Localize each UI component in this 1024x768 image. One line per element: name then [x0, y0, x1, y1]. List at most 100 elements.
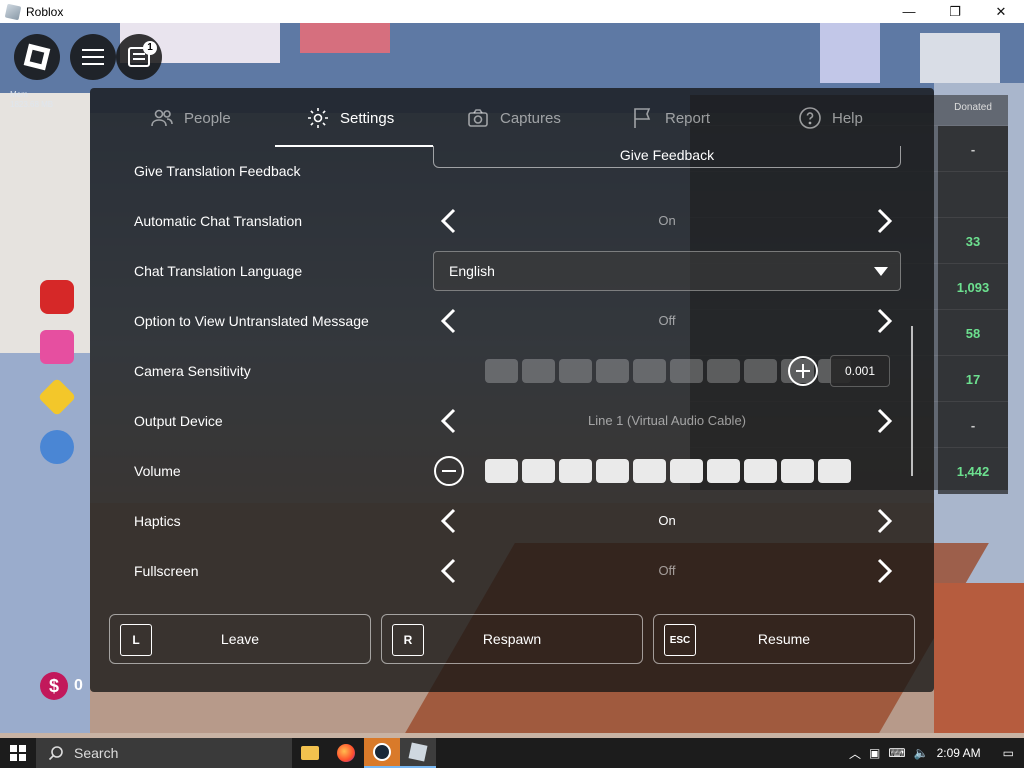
tab-captures[interactable]: Captures	[466, 88, 561, 148]
next-arrow-button[interactable]	[868, 206, 898, 236]
next-arrow-button[interactable]	[868, 506, 898, 536]
taskbar-steam[interactable]	[364, 738, 400, 768]
leave-button[interactable]: L Leave	[109, 614, 371, 664]
prev-arrow-button[interactable]	[435, 506, 465, 536]
volume-icon[interactable]: 🔈	[914, 746, 929, 760]
prev-arrow-button[interactable]	[435, 556, 465, 586]
windows-logo-icon	[10, 745, 26, 761]
tab-settings[interactable]: Settings	[306, 88, 394, 148]
start-button[interactable]	[0, 738, 36, 768]
gear-icon	[308, 108, 328, 128]
next-arrow-button[interactable]	[868, 306, 898, 336]
setting-value: Off	[658, 313, 676, 328]
minimize-button[interactable]: —	[886, 0, 932, 23]
setting-volume: Volume	[90, 446, 934, 496]
slider-segment[interactable]	[633, 459, 666, 483]
volume-slider[interactable]	[485, 459, 851, 483]
setting-haptics: Haptics On	[90, 496, 934, 546]
chevron-right-icon	[877, 408, 893, 434]
menu-actions: L Leave R Respawn ESC Resume	[90, 614, 934, 664]
close-button[interactable]: ✕	[978, 0, 1024, 23]
next-arrow-button[interactable]	[868, 406, 898, 436]
prev-arrow-button[interactable]	[435, 306, 465, 336]
dropdown-value: English	[449, 263, 495, 279]
chevron-left-icon	[440, 308, 456, 334]
taskbar-search[interactable]: Search	[36, 738, 292, 768]
settings-gear-hud-icon[interactable]	[40, 430, 74, 464]
setting-label: Volume	[134, 463, 181, 479]
system-tray: ︿ ▣ ⌨ 🔈 2:09 AM ▭	[849, 738, 1024, 768]
action-label: Leave	[220, 631, 260, 647]
tab-label: Settings	[340, 109, 395, 127]
slider-segment[interactable]	[596, 359, 629, 383]
slider-segment[interactable]	[596, 459, 629, 483]
search-label: Search	[74, 745, 119, 761]
slider-segment[interactable]	[485, 459, 518, 483]
chat-button[interactable]: 1	[116, 34, 162, 80]
window-titlebar: Roblox — ❐ ✕	[0, 0, 1024, 23]
prev-arrow-button[interactable]	[435, 206, 465, 236]
window-controls: — ❐ ✕	[886, 0, 1024, 23]
slider-segment[interactable]	[559, 459, 592, 483]
setting-value: Off	[658, 563, 676, 578]
steam-icon	[373, 743, 391, 761]
give-feedback-button[interactable]: Give Feedback	[433, 146, 901, 168]
slider-segment[interactable]	[744, 359, 777, 383]
tab-label: Help	[832, 109, 863, 127]
slider-segment[interactable]	[633, 359, 666, 383]
chevron-up-icon[interactable]: ︿	[849, 745, 861, 762]
prev-arrow-button[interactable]	[435, 406, 465, 436]
slider-segment[interactable]	[670, 459, 703, 483]
tab-help[interactable]: Help	[798, 88, 863, 148]
slider-segment[interactable]	[522, 359, 555, 383]
language-dropdown[interactable]: English	[433, 251, 901, 291]
notification-icon[interactable]: ▭	[1003, 746, 1014, 760]
slider-segment[interactable]	[818, 459, 851, 483]
slider-segment[interactable]	[522, 459, 555, 483]
respawn-button[interactable]: R Respawn	[381, 614, 643, 664]
settings-list[interactable]: Give Translation Feedback Give Feedback …	[90, 146, 934, 616]
tab-report[interactable]: Report	[631, 88, 710, 148]
slider-segment[interactable]	[707, 359, 740, 383]
chevron-right-icon	[877, 208, 893, 234]
slider-segment[interactable]	[670, 359, 703, 383]
slider-segment[interactable]	[744, 459, 777, 483]
setting-value: On	[658, 513, 676, 528]
taskbar-roblox[interactable]	[400, 738, 436, 768]
security-icon[interactable]: ▣	[869, 746, 880, 760]
increase-button[interactable]	[788, 356, 818, 386]
camera-icon	[468, 109, 488, 127]
clock[interactable]: 2:09 AM	[937, 746, 981, 760]
setting-translation-feedback: Give Translation Feedback Give Feedback	[90, 146, 934, 196]
slider-segment[interactable]	[485, 359, 518, 383]
tab-people[interactable]: People	[150, 88, 231, 148]
resume-button[interactable]: ESC Resume	[653, 614, 915, 664]
setting-output-device: Output Device Line 1 (Virtual Audio Cabl…	[90, 396, 934, 446]
maximize-button[interactable]: ❐	[932, 0, 978, 23]
chevron-left-icon	[440, 508, 456, 534]
backpack-icon[interactable]	[40, 280, 74, 314]
setting-value: Line 1 (Virtual Audio Cable)	[587, 413, 747, 428]
setting-label: Haptics	[134, 513, 181, 529]
next-arrow-button[interactable]	[868, 556, 898, 586]
scrollbar[interactable]	[911, 326, 913, 476]
tab-label: Captures	[500, 109, 561, 127]
slider-segment[interactable]	[781, 459, 814, 483]
network-icon[interactable]: ⌨	[888, 746, 905, 760]
caret-down-icon	[874, 267, 888, 276]
decrease-button[interactable]	[434, 456, 464, 486]
hamburger-menu-button[interactable]	[70, 34, 116, 80]
slider-segment[interactable]	[559, 359, 592, 383]
tab-label: People	[184, 109, 231, 127]
chevron-left-icon	[440, 208, 456, 234]
camera-sensitivity-input[interactable]: 0.001	[830, 355, 890, 387]
mem-label: Mem	[10, 90, 28, 99]
taskbar-file-explorer[interactable]	[292, 738, 328, 768]
setting-translation-language: Chat Translation Language English	[90, 246, 934, 296]
taskbar-firefox[interactable]	[328, 738, 364, 768]
roblox-menu-button[interactable]	[14, 34, 60, 80]
folder-icon	[301, 746, 319, 760]
slider-segment[interactable]	[707, 459, 740, 483]
gift-icon[interactable]	[40, 330, 74, 364]
chevron-left-icon	[440, 558, 456, 584]
